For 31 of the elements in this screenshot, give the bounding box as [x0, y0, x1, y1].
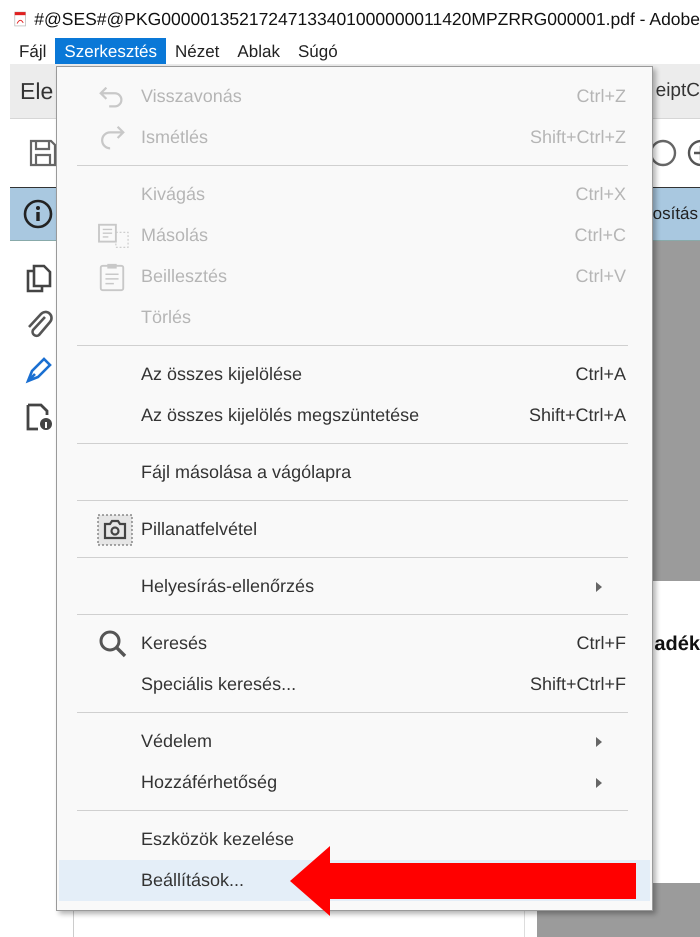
- clipboard-icon: [97, 262, 127, 292]
- info-icon[interactable]: [22, 198, 54, 230]
- menu-item[interactable]: Eszközök kezelése: [59, 819, 650, 860]
- menu-item[interactable]: Helyesírás-ellenőrzés: [59, 566, 650, 607]
- menubar-item[interactable]: Szerkesztés: [55, 38, 166, 64]
- menu-item[interactable]: Védelem: [59, 721, 650, 762]
- save-icon[interactable]: [28, 138, 58, 168]
- menu-item[interactable]: Hozzáférhetőség: [59, 762, 650, 803]
- submenu-arrow-icon: [596, 582, 602, 592]
- page-text: adék: [654, 633, 700, 656]
- search-icon: [97, 628, 129, 660]
- menu-item[interactable]: Fájl másolása a vágólapra: [59, 452, 650, 493]
- submenu-arrow-icon: [596, 736, 602, 746]
- banner-text: osítás: [652, 204, 699, 224]
- menu-item[interactable]: Pillanatfelvétel: [59, 509, 650, 550]
- menubar-item[interactable]: Nézet: [166, 38, 228, 64]
- menu-item[interactable]: Az összes kijelölés megszüntetése Shift+Ctrl+A: [59, 395, 650, 436]
- menubar-item[interactable]: Fájl: [10, 38, 56, 64]
- menu-item[interactable]: Speciális keresés... Shift+Ctrl+F: [59, 664, 650, 705]
- menu-item[interactable]: Keresés Ctrl+F: [59, 623, 650, 664]
- pen-signature-icon[interactable]: [24, 355, 54, 385]
- document-info-icon[interactable]: [24, 401, 54, 431]
- menubar-item[interactable]: Ablak: [228, 38, 289, 64]
- submenu-arrow-icon: [596, 778, 602, 788]
- menubar-item[interactable]: Súgó: [288, 38, 347, 64]
- camera-icon: [97, 514, 133, 546]
- document-tab[interactable]: eiptC: [656, 80, 700, 102]
- pdf-file-icon: [14, 9, 26, 29]
- menu-item[interactable]: Az összes kijelölése Ctrl+A: [59, 354, 650, 395]
- pages-icon[interactable]: [24, 263, 54, 293]
- window-title: #@SES#@PKG00000135217247133401000000011420MPZRRG000001.pdf - Adobe: [34, 8, 700, 30]
